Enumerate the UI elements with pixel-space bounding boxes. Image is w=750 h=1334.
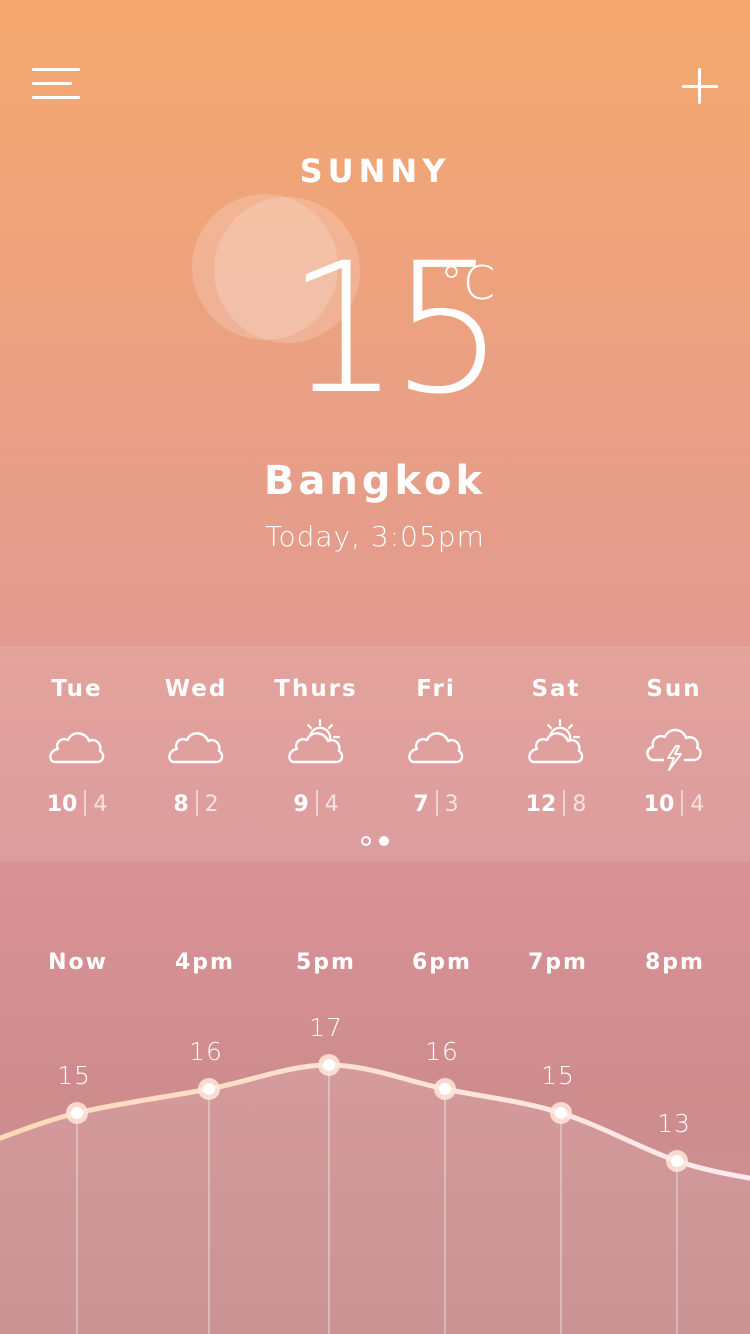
temperature-point[interactable]: [671, 1155, 683, 1167]
temperature-point[interactable]: [439, 1083, 451, 1095]
temperature-point-label: 15: [541, 1061, 575, 1090]
weather-app: SUNNY 15 °C Bangkok Today, 3:05pm Tue 10…: [0, 0, 750, 1334]
temperature-point-label: 16: [425, 1037, 459, 1066]
temperature-point-label: 17: [309, 1013, 343, 1042]
temperature-point[interactable]: [323, 1059, 335, 1071]
temperature-point-label: 13: [657, 1109, 691, 1138]
temperature-point[interactable]: [71, 1107, 83, 1119]
temperature-point-label: 16: [189, 1037, 223, 1066]
temperature-point[interactable]: [203, 1083, 215, 1095]
hourly-temperature-graph[interactable]: 15 16 17 16 15 13: [0, 0, 750, 1334]
temperature-point[interactable]: [555, 1107, 567, 1119]
temperature-point-label: 15: [57, 1061, 91, 1090]
